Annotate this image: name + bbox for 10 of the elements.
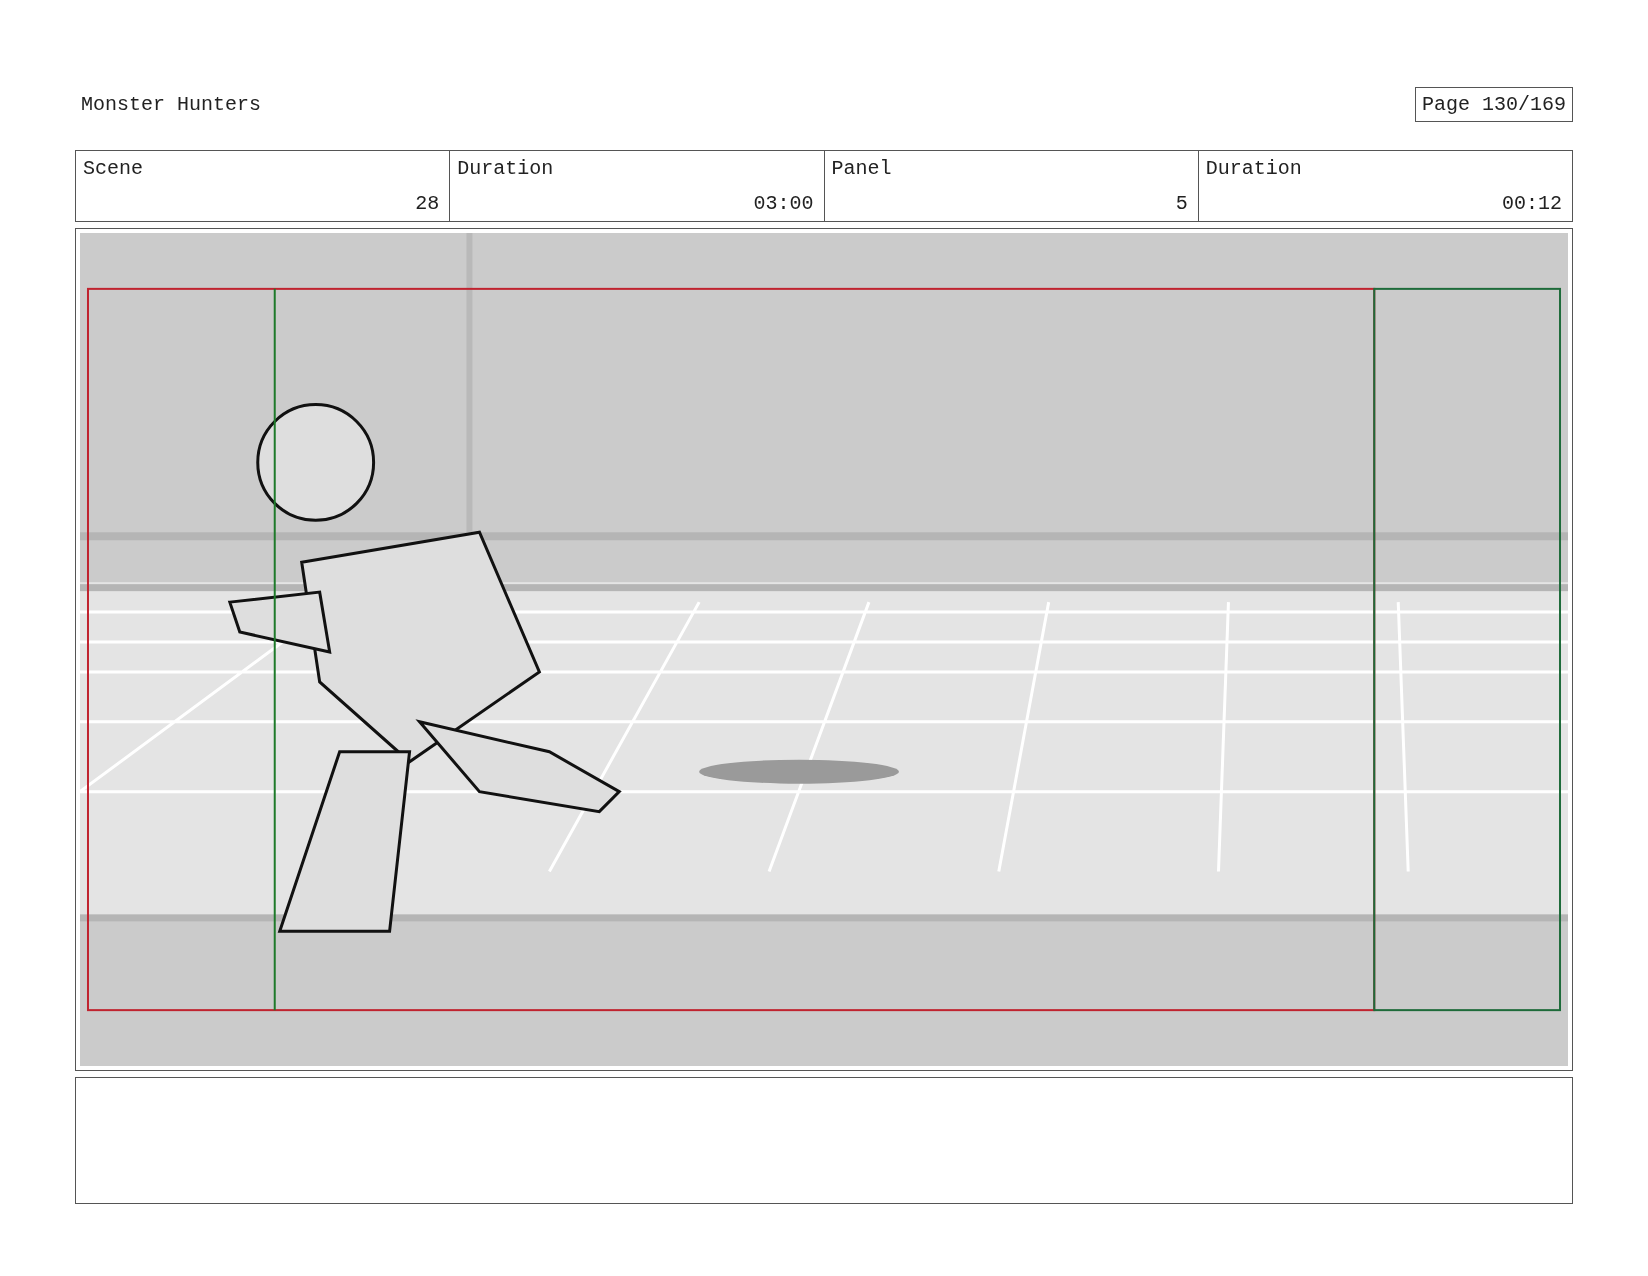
field-value: 00:12 — [1502, 192, 1562, 215]
page-number: Page 130/169 — [1414, 86, 1573, 122]
field-label: Panel — [831, 157, 892, 180]
field-value: 28 — [415, 192, 440, 215]
field-label: Duration — [457, 157, 554, 180]
field-value: 5 — [1175, 192, 1188, 215]
field-label: Scene — [83, 157, 143, 180]
project-title: Monster Hunters — [80, 92, 262, 116]
field-value: 03:00 — [753, 192, 814, 215]
field-label: Duration — [1205, 157, 1302, 180]
